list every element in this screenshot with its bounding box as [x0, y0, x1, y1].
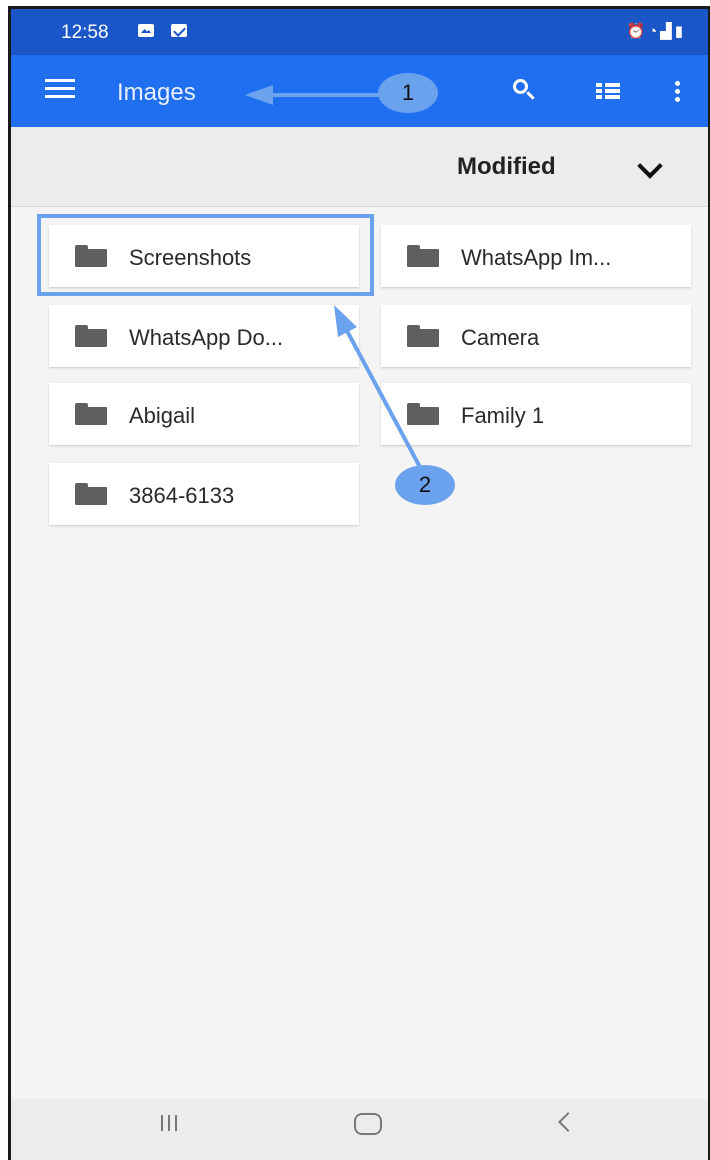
folder-item[interactable]: WhatsApp Im... — [381, 225, 691, 287]
nav-bar — [11, 1099, 708, 1160]
app-bar: Images — [11, 55, 708, 127]
sort-label[interactable]: Modified — [457, 153, 556, 181]
folder-item[interactable]: Camera — [381, 305, 691, 367]
folder-item[interactable]: Abigail — [49, 383, 359, 445]
search-icon[interactable] — [511, 77, 539, 105]
wifi-icon: ◔ — [648, 23, 661, 40]
menu-icon[interactable] — [45, 79, 77, 103]
page-title: Images — [117, 79, 196, 106]
folder-icon — [75, 483, 107, 505]
folder-label: WhatsApp Do... — [129, 325, 284, 350]
sort-bar: Modified — [11, 127, 708, 207]
folder-item[interactable]: WhatsApp Do... — [49, 305, 359, 367]
folder-icon — [75, 403, 107, 425]
folder-label: 3864-6133 — [129, 483, 235, 508]
signal-icon: ▟ — [660, 23, 675, 40]
folder-icon — [407, 403, 439, 425]
home-icon[interactable] — [354, 1113, 382, 1135]
folder-item[interactable]: 3864-6133 — [49, 463, 359, 525]
status-bar: 12:58 ⏰◔▟▮ — [11, 9, 708, 55]
status-time: 12:58 — [61, 22, 109, 43]
folder-icon — [407, 325, 439, 347]
gallery-icon — [138, 24, 154, 37]
step-badge-1: 1 — [378, 73, 438, 113]
status-indicators: ⏰◔▟▮ — [626, 22, 686, 40]
phone-screen: 12:58 ⏰◔▟▮ Images Modified Screenshots W… — [8, 6, 710, 1160]
folder-label: WhatsApp Im... — [461, 245, 612, 270]
folder-item[interactable]: Family 1 — [381, 383, 691, 445]
folder-label: Family 1 — [461, 403, 545, 428]
folder-icon — [75, 325, 107, 347]
screenshots-highlight — [37, 214, 374, 296]
step-badge-2: 2 — [395, 465, 455, 505]
more-vert-icon[interactable] — [675, 81, 683, 105]
chevron-down-icon[interactable] — [637, 153, 663, 179]
battery-icon: ▮ — [674, 23, 686, 40]
back-icon[interactable] — [558, 1112, 578, 1132]
folder-icon — [407, 245, 439, 267]
message-icon — [171, 24, 187, 37]
folder-label: Abigail — [129, 403, 196, 428]
alarm-icon: ⏰ — [626, 23, 649, 40]
folder-label: Camera — [461, 325, 540, 350]
list-view-icon[interactable] — [596, 83, 620, 103]
recent-apps-icon[interactable] — [161, 1115, 183, 1133]
